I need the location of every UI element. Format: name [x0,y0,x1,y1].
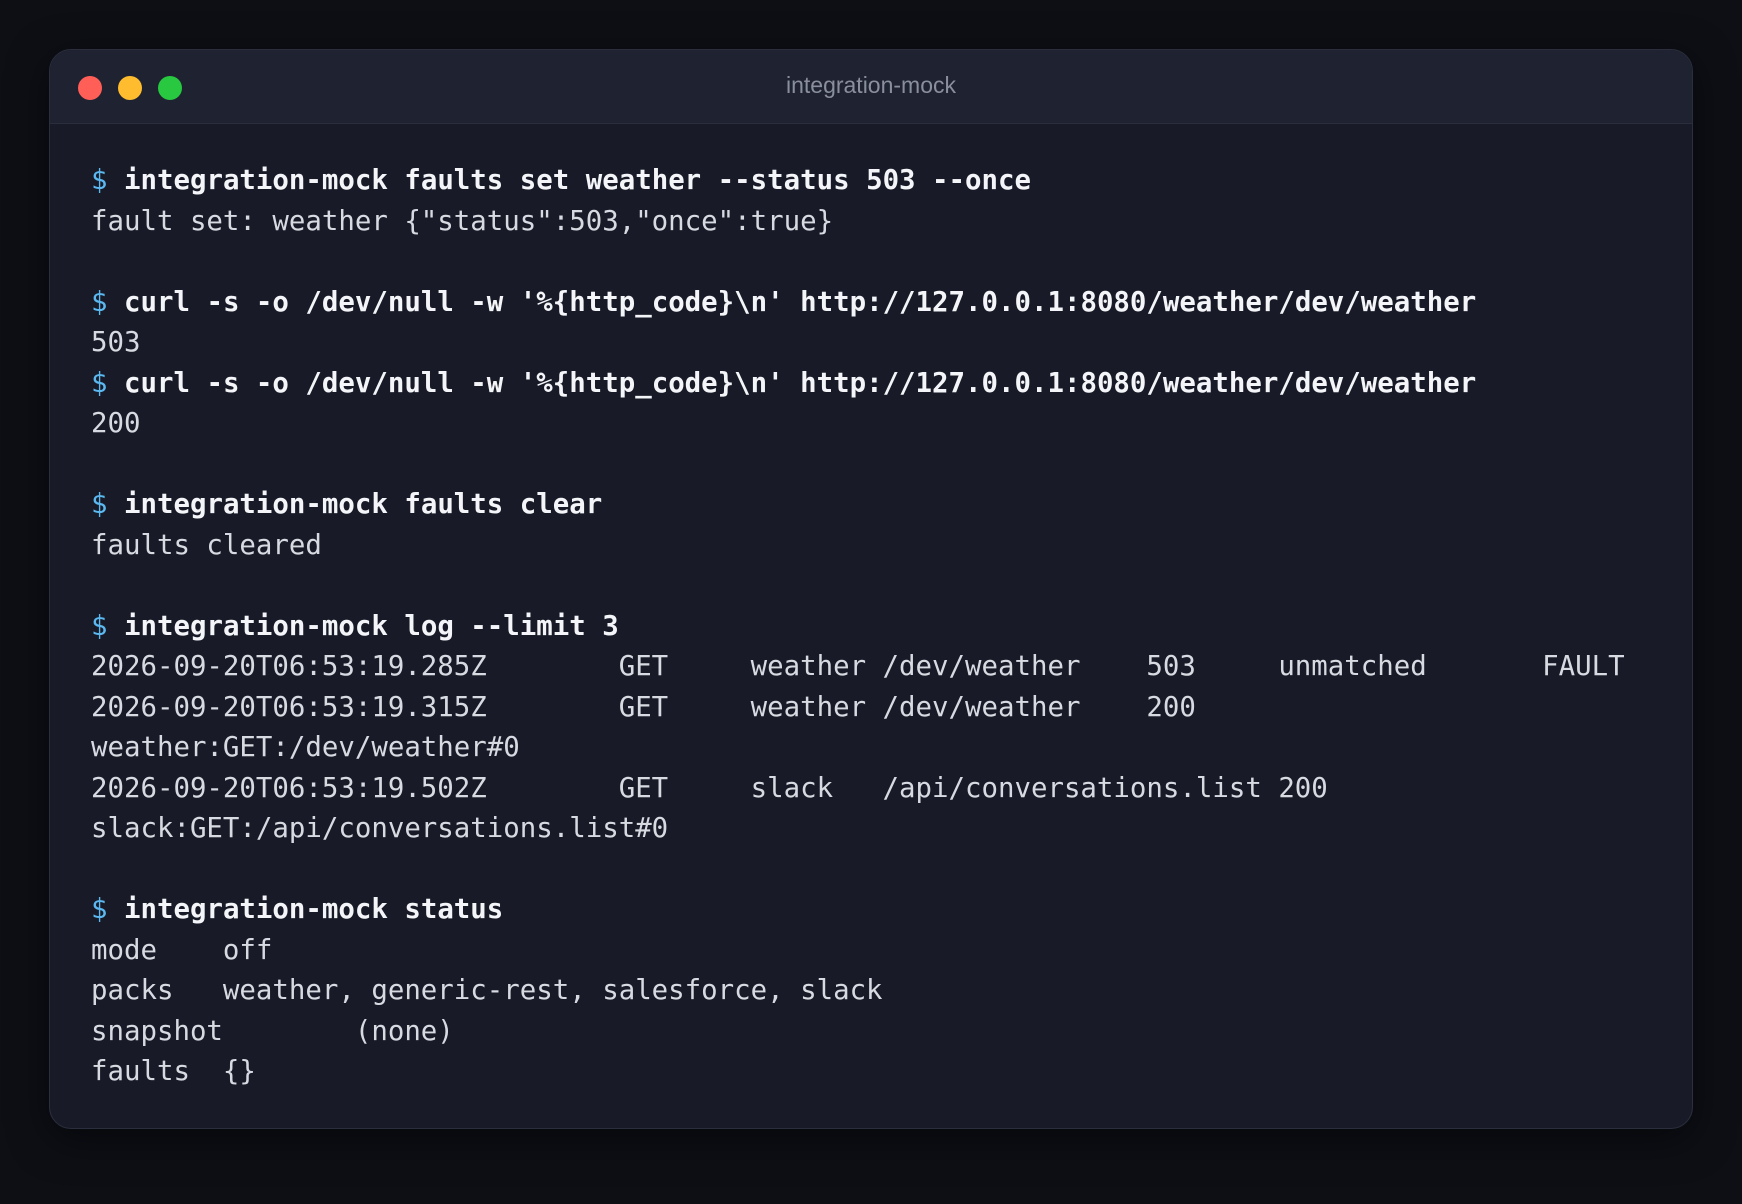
terminal-output[interactable]: $ integration-mock faults set weather --… [91,161,1672,1093]
log-line: 2026-09-20T06:53:19.502Z GET slack /api/… [91,772,1328,804]
status-line: faults {} [91,1056,256,1087]
prompt-symbol: $ [91,610,108,642]
output-line: fault set: weather {"status":503,"once":… [91,205,834,237]
output-line: 503 [91,327,141,358]
command-line: $ curl -s -o /dev/null -w '%{http_code}\… [91,283,1672,324]
window-title: integration-mock [785,72,957,98]
command-line: $ integration-mock status [91,890,1672,931]
command-text: integration-mock faults set weather --st… [124,165,1031,196]
log-line: 2026-09-20T06:53:19.285Z GET weather /de… [91,651,1625,682]
command-line: $ curl -s -o /dev/null -w '%{http_code}\… [91,364,1672,405]
log-line: weather:GET:/dev/weather#0 [91,732,520,763]
command-line: $ integration-mock log --limit 3 [91,607,1672,648]
command-text: curl -s -o /dev/null -w '%{http_code}\n'… [124,286,1477,318]
log-line: slack:GET:/api/conversations.list#0 [91,813,669,844]
output-line: 200 [91,408,141,439]
status-line: snapshot (none) [91,1015,454,1047]
output-line: faults cleared [91,529,322,561]
command-text: curl -s -o /dev/null -w '%{http_code}\n'… [124,367,1477,399]
prompt-symbol: $ [91,286,108,318]
status-line: mode off [91,934,273,966]
command-text: integration-mock status [124,894,504,925]
title-bar[interactable]: integration-mock [50,50,1692,124]
command-text: integration-mock log --limit 3 [124,610,619,642]
command-line: $ integration-mock faults clear [91,485,1672,526]
prompt-symbol: $ [91,489,108,520]
status-line: packs weather, generic-rest, salesforce,… [91,975,883,1006]
terminal-window: integration-mock $ integration-mock faul… [49,49,1693,1129]
command-line: $ integration-mock faults set weather --… [91,161,1672,202]
prompt-symbol: $ [91,894,108,925]
command-text: integration-mock faults clear [124,489,603,520]
prompt-symbol: $ [91,165,108,196]
prompt-symbol: $ [91,367,108,399]
log-line: 2026-09-20T06:53:19.315Z GET weather /de… [91,691,1196,723]
